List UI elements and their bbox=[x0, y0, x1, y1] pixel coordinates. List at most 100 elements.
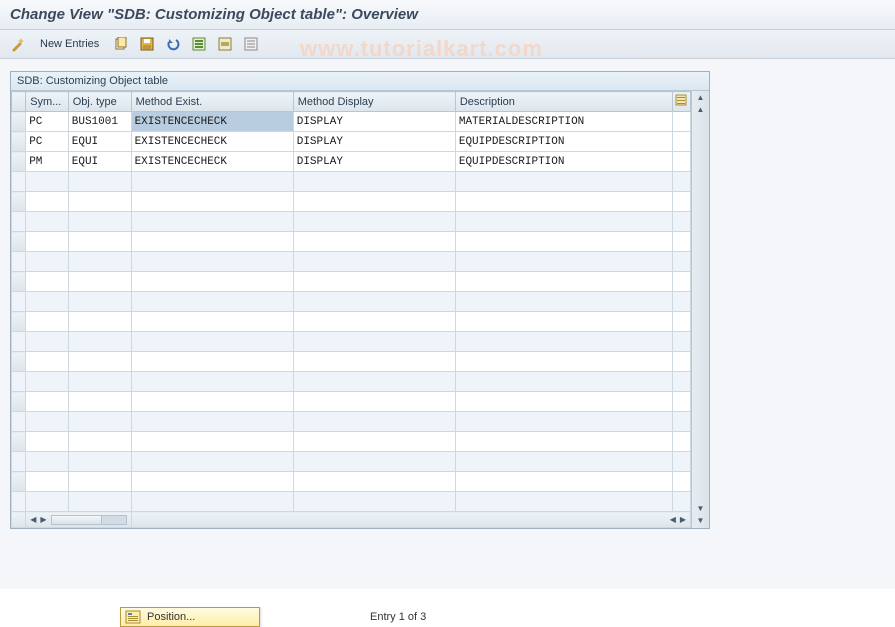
row-selector[interactable] bbox=[12, 212, 26, 232]
row-selector[interactable] bbox=[12, 312, 26, 332]
empty-cell[interactable] bbox=[293, 212, 455, 232]
empty-cell[interactable] bbox=[455, 372, 672, 392]
position-button[interactable]: Position... bbox=[120, 607, 260, 627]
row-selector[interactable] bbox=[12, 432, 26, 452]
row-selector[interactable] bbox=[12, 392, 26, 412]
empty-cell[interactable] bbox=[26, 372, 69, 392]
hscroll-left-icon[interactable]: ◀ bbox=[670, 515, 676, 524]
empty-cell[interactable] bbox=[293, 492, 455, 512]
empty-cell[interactable] bbox=[26, 432, 69, 452]
empty-cell[interactable] bbox=[131, 352, 293, 372]
empty-cell[interactable] bbox=[131, 412, 293, 432]
empty-cell[interactable] bbox=[131, 492, 293, 512]
empty-cell[interactable] bbox=[293, 232, 455, 252]
row-selector[interactable] bbox=[12, 192, 26, 212]
empty-cell[interactable] bbox=[672, 372, 690, 392]
cell-sym[interactable] bbox=[26, 132, 68, 151]
empty-cell[interactable] bbox=[293, 172, 455, 192]
empty-cell[interactable] bbox=[293, 192, 455, 212]
empty-cell[interactable] bbox=[672, 392, 690, 412]
cell-sym[interactable] bbox=[26, 112, 68, 131]
table-settings-icon[interactable] bbox=[672, 92, 690, 112]
empty-cell[interactable] bbox=[455, 352, 672, 372]
empty-cell[interactable] bbox=[26, 332, 69, 352]
empty-cell[interactable] bbox=[26, 272, 69, 292]
empty-cell[interactable] bbox=[455, 192, 672, 212]
empty-cell[interactable] bbox=[672, 272, 690, 292]
empty-cell[interactable] bbox=[68, 312, 131, 332]
cell-obj[interactable] bbox=[69, 112, 131, 131]
empty-cell[interactable] bbox=[672, 452, 690, 472]
cell-method-exist[interactable] bbox=[132, 132, 293, 151]
empty-cell[interactable] bbox=[26, 472, 69, 492]
new-entries-button[interactable]: New Entries bbox=[34, 38, 105, 50]
empty-cell[interactable] bbox=[26, 192, 69, 212]
empty-cell[interactable] bbox=[68, 432, 131, 452]
row-selector[interactable] bbox=[12, 472, 26, 492]
cell-description[interactable] bbox=[456, 112, 672, 131]
empty-cell[interactable] bbox=[131, 292, 293, 312]
empty-cell[interactable] bbox=[672, 352, 690, 372]
empty-cell[interactable] bbox=[26, 392, 69, 412]
row-selector[interactable] bbox=[12, 152, 26, 172]
save-icon[interactable] bbox=[137, 34, 157, 54]
col-header-method-display[interactable]: Method Display bbox=[293, 92, 455, 112]
empty-cell[interactable] bbox=[455, 452, 672, 472]
empty-cell[interactable] bbox=[131, 252, 293, 272]
cell-method-display[interactable] bbox=[294, 132, 455, 151]
empty-cell[interactable] bbox=[131, 372, 293, 392]
cell-description[interactable] bbox=[456, 152, 672, 171]
cell-obj[interactable] bbox=[69, 152, 131, 171]
hscroll-thumb-left[interactable] bbox=[52, 516, 102, 524]
scroll-up-icon[interactable]: ▲ bbox=[697, 93, 705, 103]
empty-cell[interactable] bbox=[455, 412, 672, 432]
col-header-method-exist[interactable]: Method Exist. bbox=[131, 92, 293, 112]
row-selector[interactable] bbox=[12, 132, 26, 152]
cell-method-display[interactable] bbox=[294, 112, 455, 131]
empty-cell[interactable] bbox=[672, 432, 690, 452]
empty-cell[interactable] bbox=[68, 172, 131, 192]
empty-cell[interactable] bbox=[68, 472, 131, 492]
empty-cell[interactable] bbox=[672, 212, 690, 232]
empty-cell[interactable] bbox=[26, 212, 69, 232]
undo-icon[interactable] bbox=[163, 34, 183, 54]
empty-cell[interactable] bbox=[672, 192, 690, 212]
empty-cell[interactable] bbox=[293, 392, 455, 412]
empty-cell[interactable] bbox=[131, 312, 293, 332]
empty-cell[interactable] bbox=[26, 312, 69, 332]
empty-cell[interactable] bbox=[68, 452, 131, 472]
scroll-down-icon[interactable]: ▼ bbox=[697, 516, 705, 526]
empty-cell[interactable] bbox=[131, 432, 293, 452]
hscroll-track-left[interactable] bbox=[51, 515, 127, 525]
empty-cell[interactable] bbox=[68, 232, 131, 252]
empty-cell[interactable] bbox=[455, 432, 672, 452]
empty-cell[interactable] bbox=[455, 292, 672, 312]
row-selector[interactable] bbox=[12, 272, 26, 292]
empty-cell[interactable] bbox=[293, 332, 455, 352]
deselect-icon[interactable] bbox=[241, 34, 261, 54]
cell-description[interactable] bbox=[456, 132, 672, 151]
empty-cell[interactable] bbox=[131, 192, 293, 212]
empty-cell[interactable] bbox=[293, 452, 455, 472]
empty-cell[interactable] bbox=[672, 252, 690, 272]
empty-cell[interactable] bbox=[293, 312, 455, 332]
hscroll-right-icon[interactable]: ▶ bbox=[680, 515, 686, 524]
col-header-obj[interactable]: Obj. type bbox=[68, 92, 131, 112]
row-selector[interactable] bbox=[12, 112, 26, 132]
empty-cell[interactable] bbox=[68, 252, 131, 272]
row-selector[interactable] bbox=[12, 372, 26, 392]
cell-method-display[interactable] bbox=[294, 152, 455, 171]
cell-sym[interactable] bbox=[26, 152, 68, 171]
hscroll-right-icon[interactable]: ▶ bbox=[40, 515, 46, 524]
copy-icon[interactable] bbox=[111, 34, 131, 54]
vertical-scrollbar[interactable]: ▲ ▲ ▼ ▼ bbox=[691, 91, 709, 528]
empty-cell[interactable] bbox=[455, 392, 672, 412]
scroll-down-small-icon[interactable]: ▼ bbox=[697, 504, 705, 514]
col-header-description[interactable]: Description bbox=[455, 92, 672, 112]
empty-cell[interactable] bbox=[672, 292, 690, 312]
empty-cell[interactable] bbox=[455, 212, 672, 232]
empty-cell[interactable] bbox=[26, 412, 69, 432]
empty-cell[interactable] bbox=[672, 232, 690, 252]
empty-cell[interactable] bbox=[455, 332, 672, 352]
empty-cell[interactable] bbox=[26, 292, 69, 312]
